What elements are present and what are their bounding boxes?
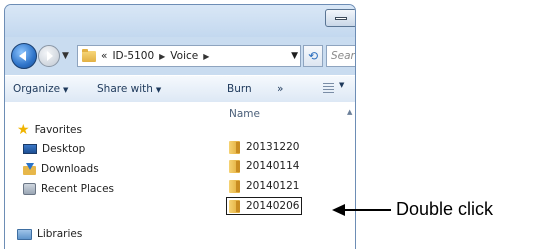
column-header-name[interactable]: Name <box>229 108 260 120</box>
nav-libraries-label: Libraries <box>37 228 83 240</box>
navigation-pane: ★ Favorites Desktop Downloads Recent Pla… <box>5 102 215 249</box>
recent-pages-dropdown[interactable]: ▼ <box>62 51 69 61</box>
organize-button[interactable]: Organize ▼ <box>13 83 68 95</box>
content-area: ★ Favorites Desktop Downloads Recent Pla… <box>5 102 355 249</box>
nav-desktop[interactable]: Desktop <box>23 141 85 157</box>
breadcrumb-id5100[interactable]: ID-5100 <box>112 50 154 62</box>
folder-icon <box>229 199 240 213</box>
command-bar: Organize ▼ Share with ▼ Burn » ▼ <box>5 75 355 103</box>
folder-name: 20140206 <box>246 200 300 212</box>
libraries-icon <box>17 228 32 240</box>
chevron-right-icon[interactable]: ▶ <box>203 52 209 61</box>
organize-label: Organize <box>13 83 61 95</box>
chevron-down-icon: ▼ <box>155 86 162 94</box>
nav-favorites[interactable]: ★ Favorites <box>17 122 82 138</box>
explorer-window: ▼ « ID-5100 ▶ Voice ▶ ▼ ⟲ Sear Organize ▼… <box>4 4 356 249</box>
desktop-icon <box>23 144 37 154</box>
folder-icon <box>82 48 96 62</box>
back-arrow-icon[interactable] <box>11 43 37 69</box>
nav-recent-places[interactable]: Recent Places <box>23 181 114 197</box>
double-click-callout: Double click <box>396 199 494 219</box>
title-bar <box>5 5 355 37</box>
downloads-icon <box>23 163 36 175</box>
folder-name: 20131220 <box>246 141 300 153</box>
address-row: ▼ « ID-5100 ▶ Voice ▶ ▼ ⟲ Sear <box>5 41 355 71</box>
nav-favorites-label: Favorites <box>34 124 82 136</box>
search-input[interactable]: Sear <box>326 45 355 67</box>
folder-row-20140206[interactable]: 20140206 <box>226 197 303 215</box>
nav-downloads[interactable]: Downloads <box>23 161 99 177</box>
folder-icon <box>229 140 240 154</box>
file-list: Name ▲ 20131220 20140114 20140121 201402… <box>225 102 355 249</box>
folder-row-20131220[interactable]: 20131220 <box>229 139 299 155</box>
chevron-right-icon[interactable]: ▶ <box>159 52 165 61</box>
refresh-icon[interactable]: ⟲ <box>303 45 323 67</box>
list-view-icon <box>323 83 334 93</box>
nav-downloads-label: Downloads <box>41 163 99 175</box>
folder-name: 20140114 <box>246 160 300 172</box>
chevron-down-icon[interactable]: ▼ <box>291 51 298 61</box>
folder-row-20140114[interactable]: 20140114 <box>229 158 299 174</box>
burn-button[interactable]: Burn <box>227 83 252 95</box>
share-with-label: Share with <box>97 83 153 95</box>
nav-recent-places-label: Recent Places <box>41 183 115 195</box>
more-commands-button[interactable]: » <box>277 83 283 95</box>
chevron-down-icon: ▼ <box>63 86 69 94</box>
breadcrumb-overflow[interactable]: « <box>101 50 107 62</box>
nav-desktop-label: Desktop <box>42 143 86 155</box>
folder-row-20140121[interactable]: 20140121 <box>229 178 299 194</box>
nav-libraries[interactable]: Libraries <box>17 226 82 242</box>
address-bar[interactable]: « ID-5100 ▶ Voice ▶ ▼ <box>77 45 301 67</box>
folder-name: 20140121 <box>246 180 300 192</box>
share-with-button[interactable]: Share with ▼ <box>97 83 161 95</box>
folder-icon <box>229 159 240 173</box>
breadcrumb-voice[interactable]: Voice <box>170 50 198 62</box>
recent-places-icon <box>23 183 36 195</box>
star-icon: ★ <box>17 122 30 138</box>
view-options-button[interactable]: ▼ <box>323 81 353 97</box>
minimize-button[interactable] <box>325 9 355 27</box>
forward-arrow-icon[interactable] <box>38 45 60 67</box>
folder-icon <box>229 179 240 193</box>
sort-arrow-icon: ▲ <box>347 108 353 116</box>
chevron-down-icon: ▼ <box>339 81 345 89</box>
pointer-arrow-line <box>343 209 391 211</box>
